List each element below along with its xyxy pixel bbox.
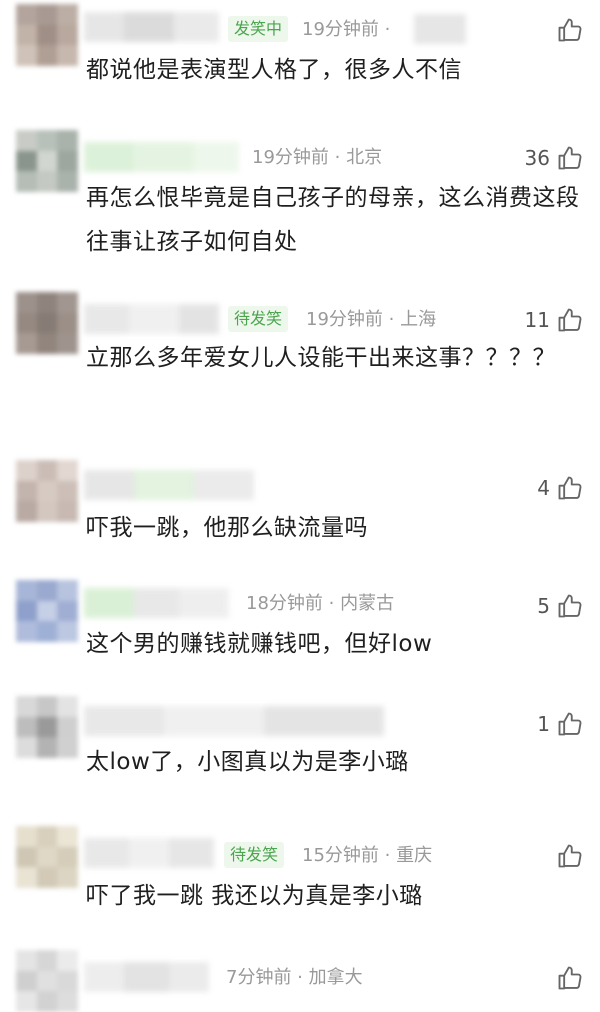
comment-meta: 19分钟前 · 北京 [252,147,383,168]
username-blurred[interactable] [84,142,239,172]
location-blurred [414,14,466,44]
username-blurred[interactable] [84,470,254,500]
comment-meta: 15分钟前 · 重庆 [302,845,433,866]
username-blurred[interactable] [84,838,214,868]
status-badge: 发笑中 [228,16,289,42]
username-blurred[interactable] [84,12,219,42]
like-button[interactable]: 1 [537,708,584,740]
like-button[interactable]: 11 [525,304,584,336]
status-badge: 待发笑 [228,306,289,332]
thumbs-up-icon [558,146,582,170]
like-button[interactable] [550,962,584,994]
comment-meta: 19分钟前 · [302,19,391,40]
avatar[interactable] [16,950,78,1012]
avatar[interactable] [16,696,78,758]
like-count: 11 [524,308,550,332]
status-badge: 待发笑 [224,842,285,868]
comment-meta: 18分钟前 · 内蒙古 [246,593,395,614]
like-button[interactable]: 36 [525,142,584,174]
like-button[interactable] [550,840,584,872]
avatar[interactable] [16,826,78,888]
like-count: 5 [537,594,550,618]
like-button[interactable]: 5 [537,590,584,622]
thumbs-up-icon [558,476,582,500]
like-count: 1 [537,712,550,736]
comment-text: 再怎么恨毕竟是自己孩子的母亲，这么消费这段往事让孩子如何自处 [86,185,580,255]
comment-meta: 19分钟前 · 上海 [306,309,437,330]
like-button[interactable]: 4 [537,472,584,504]
avatar[interactable] [16,4,78,66]
avatar[interactable] [16,292,78,354]
username-blurred[interactable] [84,706,384,736]
avatar[interactable] [16,130,78,192]
comment-meta: 7分钟前 · 加拿大 [226,967,363,988]
comment-text: 这个男的赚钱就赚钱吧，但好low [86,631,433,657]
like-button[interactable] [550,14,584,46]
comment-text: 吓我一跳，他那么缺流量吗 [86,515,368,541]
username-blurred[interactable] [84,962,209,992]
thumbs-up-icon [558,712,582,736]
avatar[interactable] [16,580,78,642]
username-blurred[interactable] [84,588,229,618]
like-count: 4 [537,476,550,500]
comment-text: 太low了，小图真以为是李小璐 [86,749,409,775]
thumbs-up-icon [558,18,582,42]
thumbs-up-icon [558,844,582,868]
comment-text: 立那么多年爱女儿人设能干出来这事？？？？ [86,345,556,371]
comment-text: 都说他是表演型人格了，很多人不信 [86,57,462,83]
thumbs-up-icon [558,308,582,332]
comment-text: 吓了我一跳 我还以为真是李小璐 [86,883,423,909]
username-blurred[interactable] [84,304,219,334]
thumbs-up-icon [558,594,582,618]
thumbs-up-icon [558,966,582,990]
like-count: 36 [524,146,550,170]
avatar[interactable] [16,460,78,522]
